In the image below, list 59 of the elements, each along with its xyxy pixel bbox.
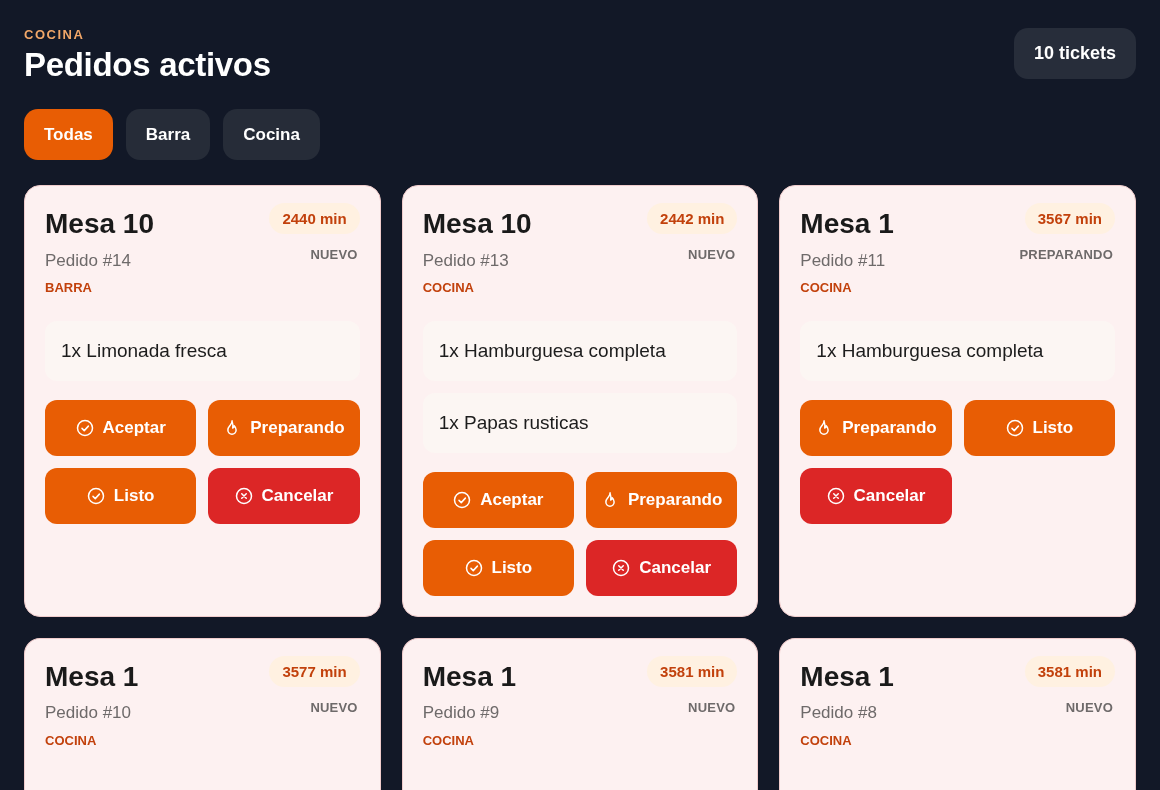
accept-button[interactable]: Aceptar xyxy=(422,471,574,528)
ticket-count: 10 tickets xyxy=(1013,28,1136,79)
preparing-button[interactable]: Preparando xyxy=(586,471,738,528)
elapsed-time: 2442 min xyxy=(647,203,738,235)
order-number: Pedido #14 xyxy=(45,250,133,272)
station-label: COCINA xyxy=(800,280,853,296)
elapsed-time: 2440 min xyxy=(269,203,360,235)
page-title: Pedidos activos xyxy=(24,47,271,84)
order-number: Pedido #9 xyxy=(422,703,501,724)
order-status: NUEVO xyxy=(1065,698,1113,717)
order-number: Pedido #11 xyxy=(800,250,887,272)
filter-tab[interactable]: Cocina xyxy=(223,109,320,161)
table-name: Mesa 10 xyxy=(422,207,532,241)
accept-button[interactable]: Aceptar xyxy=(45,399,197,456)
ready-button[interactable]: Listo xyxy=(45,467,197,524)
order-status: NUEVO xyxy=(310,246,358,265)
preparing-button[interactable]: Preparando xyxy=(208,399,360,456)
station-label: COCINA xyxy=(422,280,475,296)
table-name: Mesa 1 xyxy=(800,207,894,241)
section-label: COCINA xyxy=(24,28,86,41)
elapsed-time: 3577 min xyxy=(269,655,360,687)
order-item: 1x Limonada fresca xyxy=(45,320,360,381)
order-number: Pedido #8 xyxy=(800,703,878,724)
cancel-button[interactable]: Cancelar xyxy=(208,467,360,524)
order-status: PREPARANDO xyxy=(1019,246,1113,265)
ready-button[interactable]: Listo xyxy=(422,539,574,596)
table-name: Mesa 1 xyxy=(45,659,139,694)
table-name: Mesa 1 xyxy=(800,659,894,694)
circle-check-icon xyxy=(86,486,105,505)
order-status: NUEVO xyxy=(688,246,736,265)
order-item: 1x Papas rusticas xyxy=(422,392,738,453)
station-label: COCINA xyxy=(800,732,853,749)
circle-check-icon xyxy=(1005,418,1024,437)
station-label: COCINA xyxy=(45,732,98,749)
order-item: 1x Hamburguesa completa xyxy=(422,320,738,381)
table-name: Mesa 10 xyxy=(45,207,154,241)
circle-check-icon xyxy=(75,418,94,437)
elapsed-time: 3567 min xyxy=(1024,203,1115,235)
station-label: BARRA xyxy=(45,280,93,296)
table-name: Mesa 1 xyxy=(422,659,517,694)
order-number: Pedido #13 xyxy=(422,250,510,272)
circle-check-icon xyxy=(464,558,483,577)
ready-button[interactable]: Listo xyxy=(963,399,1115,456)
circle-x-icon xyxy=(612,558,631,577)
order-status: NUEVO xyxy=(688,698,736,717)
order-item: 1x Hamburguesa completa xyxy=(800,320,1115,381)
filter-tab[interactable]: Barra xyxy=(125,109,211,161)
elapsed-time: 3581 min xyxy=(647,655,738,687)
station-label: COCINA xyxy=(422,732,475,749)
circle-x-icon xyxy=(234,486,253,505)
cancel-button[interactable]: Cancelar xyxy=(800,467,952,524)
filter-tab[interactable]: Todas xyxy=(24,109,113,161)
order-status: NUEVO xyxy=(310,698,358,717)
cancel-button[interactable]: Cancelar xyxy=(586,539,738,596)
circle-check-icon xyxy=(453,490,472,509)
elapsed-time: 3581 min xyxy=(1024,655,1115,687)
circle-x-icon xyxy=(826,486,845,505)
preparing-button[interactable]: Preparando xyxy=(800,399,952,456)
order-number: Pedido #10 xyxy=(45,703,133,724)
